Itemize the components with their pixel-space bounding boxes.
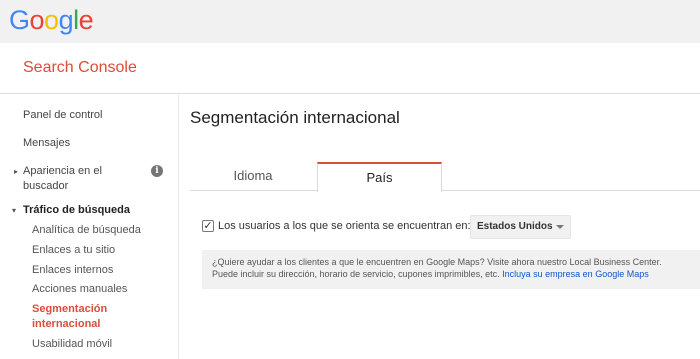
info-icon[interactable]: i (151, 165, 163, 177)
chevron-down-icon[interactable]: ▾ (12, 206, 16, 215)
notice-line-2: Puede incluir su dirección, horario de s… (212, 268, 700, 280)
sidebar-item-label: Segmentación (32, 303, 108, 315)
logo-letter-o1: o (29, 5, 45, 35)
sidebar-item-enlaces-sitio[interactable]: Enlaces a tu sitio (32, 243, 115, 258)
product-bar: Search Console (0, 43, 700, 94)
sidebar-item-analitica[interactable]: Analítica de búsqueda (32, 223, 141, 238)
product-name[interactable]: Search Console (23, 59, 137, 77)
sidebar-item-label: internacional (32, 318, 101, 330)
sidebar-item-acciones-manuales[interactable]: Acciones manuales (32, 282, 127, 297)
sidebar-item-label: buscador (23, 180, 69, 192)
tab-pais[interactable]: País (317, 162, 442, 192)
sidebar-item-apariencia[interactable]: Apariencia en el buscador (23, 164, 102, 194)
sidebar-item-usabilidad[interactable]: Usabilidad móvil (32, 337, 112, 352)
sidebar-item-trafico[interactable]: Tráfico de búsqueda (23, 203, 130, 218)
tab-idioma[interactable]: Idioma (190, 162, 316, 191)
sidebar: Panel de control Mensajes ▸ Apariencia e… (0, 95, 179, 359)
sidebar-item-mensajes[interactable]: Mensajes (23, 136, 70, 151)
logo-letter-g: G (9, 5, 30, 35)
country-select[interactable]: Estados Unidos (470, 215, 571, 239)
sidebar-item-label: Apariencia en el (23, 165, 102, 177)
logo-letter-e: e (78, 5, 94, 35)
sidebar-item-enlaces-internos[interactable]: Enlaces internos (32, 263, 113, 278)
target-country-checkbox[interactable]: ✓ (202, 220, 214, 232)
chevron-right-icon[interactable]: ▸ (14, 167, 18, 176)
sidebar-item-panel[interactable]: Panel de control (23, 108, 103, 123)
sidebar-item-segmentacion[interactable]: Segmentación internacional (32, 302, 107, 332)
logo-letter-g2: g (58, 5, 74, 35)
google-logo[interactable]: Google (9, 4, 94, 36)
target-country-label: Los usuarios a los que se orienta se enc… (218, 220, 471, 232)
logo-letter-o2: o (44, 5, 59, 35)
page-title: Segmentación internacional (190, 108, 400, 127)
dropdown-arrow-icon (556, 225, 564, 229)
top-bar: Google (0, 0, 700, 43)
add-business-link[interactable]: Incluya su empresa en Google Maps (502, 269, 649, 279)
local-business-notice: ¿Quiere ayudar a los clientes a que le e… (202, 250, 700, 289)
country-select-value: Estados Unidos (477, 221, 553, 232)
notice-text: Puede incluir su dirección, horario de s… (212, 269, 503, 279)
notice-line-1: ¿Quiere ayudar a los clientes a que le e… (212, 257, 662, 267)
